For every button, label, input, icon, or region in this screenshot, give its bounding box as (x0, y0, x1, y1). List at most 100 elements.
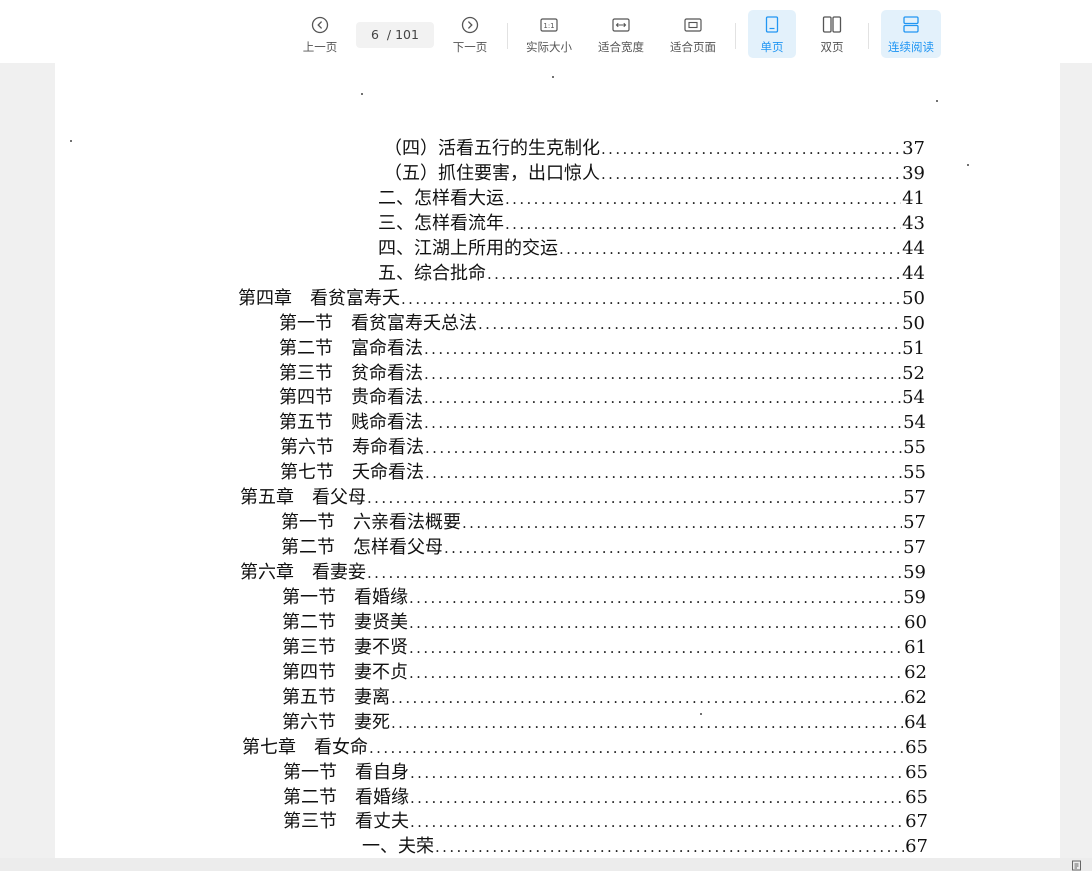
page-total: / 101 (386, 27, 419, 42)
single-page-button[interactable]: 单页 (748, 10, 796, 58)
toc-dot-leader (425, 436, 902, 461)
next-page-button[interactable]: 下一页 (448, 10, 492, 58)
continuous-reading-button[interactable]: 连续阅读 (881, 10, 941, 58)
toc-entry-title: 第二节 妻贤美 (282, 612, 408, 633)
toc-entry[interactable]: 第五章 看父母 57 (240, 485, 926, 510)
page-current-input[interactable]: 6 (371, 27, 379, 42)
toc-entry[interactable]: （五）抓住要害，出口惊人 39 (384, 161, 925, 186)
toc-entry[interactable]: 三、怎样看流年 43 (378, 211, 925, 236)
toc-entry[interactable]: 第五节 妻离 62 (282, 685, 927, 710)
toc-entry[interactable]: 第七章 看女命 65 (242, 735, 928, 760)
scan-speck (552, 76, 554, 78)
svg-text:1:1: 1:1 (543, 22, 554, 30)
toc-dot-leader (410, 810, 904, 835)
toc-entry[interactable]: 第二节 怎样看父母 57 (281, 535, 926, 560)
toc-entry-page: 67 (905, 836, 928, 857)
toc-entry[interactable]: 第三节 贫命看法 52 (279, 361, 925, 386)
toc-entry-page: 41 (902, 188, 925, 209)
toc-entry-page: 37 (902, 138, 925, 159)
toc-dot-leader (424, 337, 901, 362)
toc-dot-leader (435, 835, 904, 858)
toolbar-divider (868, 23, 869, 49)
toc-entry-title: 第六节 寿命看法 (280, 437, 424, 458)
toc-entry-title: 第一节 六亲看法概要 (281, 512, 461, 533)
toc-entry[interactable]: 第七节 夭命看法 55 (280, 460, 926, 485)
toc-entry-page: 62 (904, 687, 927, 708)
double-page-label: 双页 (820, 40, 844, 54)
toc-entry[interactable]: 第六章 看妻妾 59 (240, 560, 926, 585)
toc-entry-page: 52 (902, 363, 925, 384)
next-page-label: 下一页 (452, 40, 488, 54)
chevron-right-icon (461, 16, 479, 34)
scan-speck (967, 164, 969, 166)
fit-page-label: 适合页面 (670, 40, 716, 54)
toc-dot-leader (601, 162, 901, 187)
toc-entry[interactable]: 第六节 寿命看法 55 (280, 435, 926, 460)
toc-entry-title: 一、夫荣 (362, 836, 434, 857)
toc-dot-leader (601, 137, 901, 162)
toc-entry-page: 65 (905, 762, 928, 783)
toc-entry[interactable]: 四、江湖上所用的交运 44 (378, 236, 925, 261)
toc-entry[interactable]: 第一节 看自身 65 (283, 760, 928, 785)
toc-entry-page: 43 (902, 213, 925, 234)
toc-entry-title: 五、综合批命 (378, 263, 486, 284)
toc-entry-title: 第六章 看妻妾 (240, 562, 366, 583)
toc-entry-title: 第四节 贵命看法 (279, 387, 423, 408)
toolbar-divider (735, 23, 736, 49)
toc-dot-leader (487, 262, 901, 287)
actual-size-button[interactable]: 1:1 实际大小 (521, 10, 577, 58)
toc-entry-page: 44 (902, 263, 925, 284)
double-page-button[interactable]: 双页 (808, 10, 856, 58)
toc-dot-leader (424, 362, 901, 387)
toc-dot-leader (391, 686, 903, 711)
toc-dot-leader (559, 237, 901, 262)
toc-entry[interactable]: 第四章 看贫富寿夭 50 (238, 286, 925, 311)
toc-dot-leader (505, 212, 901, 237)
toc-entry-title: 第六节 妻死 (282, 712, 390, 733)
toc-entry[interactable]: 第六节 妻死 64 (282, 710, 927, 735)
toc-entry[interactable]: 第四节 妻不贞 62 (282, 660, 927, 685)
toc-entry-title: 第五节 贱命看法 (279, 412, 423, 433)
toc-entry-page: 44 (902, 238, 925, 259)
toc-entry[interactable]: 二、怎样看大运 41 (378, 186, 925, 211)
toc-entry-title: 第一节 看自身 (283, 762, 409, 783)
toc-entry-page: 59 (903, 587, 926, 608)
toc-dot-leader (462, 511, 902, 536)
toc-entry[interactable]: 第一节 看贫富寿夭总法 50 (279, 311, 925, 336)
page-number-box[interactable]: 6 / 101 (356, 22, 434, 48)
toc-entry-page: 55 (903, 437, 926, 458)
toc-dot-leader (425, 461, 902, 486)
continuous-scroll-icon (903, 16, 919, 33)
document-viewport[interactable]: （四）活看五行的生克制化37（五）抓住要害，出口惊人39二、怎样看大运41三、怎… (0, 63, 1092, 858)
scan-speck (936, 100, 938, 102)
toc-entry[interactable]: 第一节 看婚缘 59 (282, 585, 926, 610)
toc-entry-title: 第三节 看丈夫 (283, 811, 409, 832)
toc-entry-page: 55 (903, 462, 926, 483)
toc-entry-page: 59 (903, 562, 926, 583)
toc-entry[interactable]: 五、综合批命 44 (378, 261, 925, 286)
toc-entry[interactable]: （四）活看五行的生克制化 37 (384, 136, 925, 161)
toc-entry-page: 54 (903, 412, 926, 433)
fit-width-button[interactable]: 适合宽度 (593, 10, 649, 58)
document-info-icon[interactable] (1071, 860, 1082, 871)
toc-entry[interactable]: 一、夫荣 67 (362, 834, 928, 858)
toc-dot-leader (424, 411, 902, 436)
prev-page-button[interactable]: 上一页 (298, 10, 342, 58)
toc-dot-leader (410, 786, 904, 811)
fit-page-button[interactable]: 适合页面 (665, 10, 721, 58)
scan-speck (361, 93, 363, 95)
toc-entry-page: 61 (904, 637, 927, 658)
toc-entry-page: 65 (905, 787, 928, 808)
toc-entry[interactable]: 第四节 贵命看法 54 (279, 385, 925, 410)
toc-entry[interactable]: 第三节 看丈夫 67 (283, 809, 928, 834)
prev-page-label: 上一页 (302, 40, 338, 54)
toc-entry[interactable]: 第二节 妻贤美 60 (282, 610, 927, 635)
toc-entry[interactable]: 第二节 富命看法 51 (279, 336, 925, 361)
toc-entry[interactable]: 第二节 看婚缘 65 (283, 785, 928, 810)
toc-entry[interactable]: 第一节 六亲看法概要 57 (281, 510, 926, 535)
document-page: （四）活看五行的生克制化37（五）抓住要害，出口惊人39二、怎样看大运41三、怎… (55, 63, 1060, 858)
toc-entry-title: 第一节 看贫富寿夭总法 (279, 313, 477, 334)
toc-entry[interactable]: 第三节 妻不贤 61 (282, 635, 927, 660)
toc-entry[interactable]: 第五节 贱命看法 54 (279, 410, 926, 435)
fit-width-icon (612, 18, 630, 32)
